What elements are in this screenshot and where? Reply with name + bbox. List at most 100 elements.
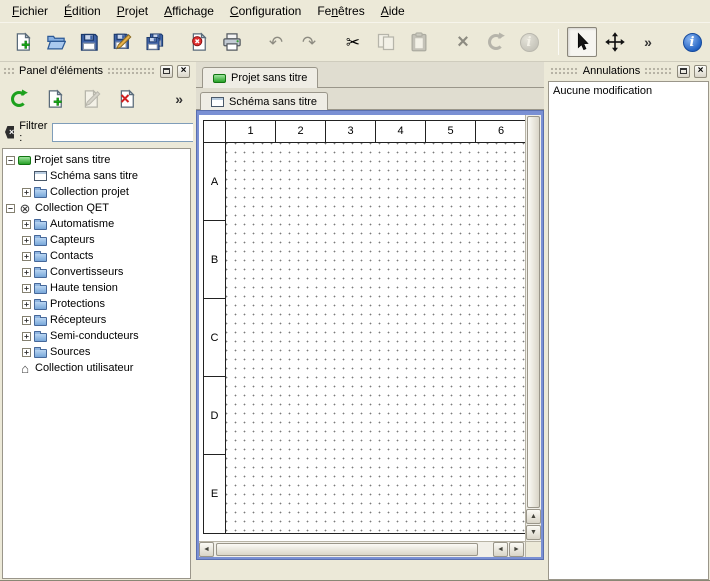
tab-projet-sans-titre[interactable]: Projet sans titre (202, 67, 318, 88)
menu-aide[interactable]: Aide (373, 1, 413, 21)
open-document-button[interactable] (41, 27, 71, 57)
about-button[interactable]: i (677, 27, 707, 57)
paste-button[interactable] (404, 27, 434, 57)
menu-edition[interactable]: Édition (56, 1, 109, 21)
folder-icon (34, 301, 47, 310)
menu-label: rojet (125, 4, 148, 18)
copy-button[interactable] (371, 27, 401, 57)
toolbar-overflow-button[interactable]: » (633, 27, 663, 57)
scroll-left-button-end[interactable]: ◄ (493, 542, 508, 557)
tree-item-semi-conducteurs[interactable]: + Semi-conducteurs (3, 328, 190, 344)
redo-button[interactable]: ↷ (294, 27, 324, 57)
delete-element-button[interactable] (112, 84, 142, 114)
expander-plus-icon[interactable]: + (22, 284, 31, 293)
schema-content: 1 2 3 4 5 6 A B C D (199, 115, 541, 541)
float-panel-button[interactable] (160, 65, 173, 78)
tree-item-sources[interactable]: + Sources (3, 344, 190, 360)
print-button[interactable] (217, 27, 247, 57)
clear-x: × (9, 127, 14, 137)
save-all-button[interactable] (140, 27, 170, 57)
pointer-select-button[interactable] (567, 27, 597, 57)
expander-plus-icon[interactable]: + (22, 300, 31, 309)
tree-item-capteurs[interactable]: + Capteurs (3, 232, 190, 248)
tree-item-convertisseurs[interactable]: + Convertisseurs (3, 264, 190, 280)
refresh-elements-button[interactable] (4, 84, 34, 114)
save-button[interactable] (74, 27, 104, 57)
clear-filter-icon[interactable]: × (5, 126, 14, 139)
project-icon (18, 156, 31, 165)
refresh-icon (9, 89, 29, 109)
delete-button[interactable]: × (448, 27, 478, 57)
expander-plus-icon[interactable]: + (22, 252, 31, 261)
close-panel-button[interactable]: × (177, 65, 190, 78)
tree-item-collection-utilisateur[interactable]: ⌂ Collection utilisateur (3, 360, 190, 376)
tree-item-contacts[interactable]: + Contacts (3, 248, 190, 264)
save-icon (79, 32, 99, 52)
close-document-icon (189, 32, 209, 52)
new-document-button[interactable] (8, 27, 38, 57)
undo-root-item[interactable]: Aucune modification (549, 82, 708, 100)
scroll-down-button[interactable]: ▼ (526, 525, 541, 540)
tree-item-projet-sans-titre[interactable]: − Projet sans titre (3, 152, 190, 168)
diagram-grid-canvas[interactable] (226, 143, 525, 533)
menu-fichier[interactable]: Fichier (4, 1, 56, 21)
tree-item-protections[interactable]: + Protections (3, 296, 190, 312)
scroll-left-button[interactable]: ◄ (199, 542, 214, 557)
rotate-button[interactable] (481, 27, 511, 57)
expander-plus-icon[interactable]: + (22, 268, 31, 277)
folder-icon (34, 189, 47, 198)
tab-schema-sans-titre[interactable]: Schéma sans titre (200, 92, 328, 110)
expander-plus-icon[interactable]: + (22, 348, 31, 357)
tree-item-automatisme[interactable]: + Automatisme (3, 216, 190, 232)
expander-plus-icon[interactable]: + (22, 236, 31, 245)
tree-item-haute-tension[interactable]: + Haute tension (3, 280, 190, 296)
grip-dots (3, 67, 15, 75)
move-view-button[interactable] (600, 27, 630, 57)
filter-input[interactable] (52, 123, 202, 142)
vertical-scrollbar-thumb[interactable] (527, 116, 540, 508)
tree-item-collection-projet[interactable]: + Collection projet (3, 184, 190, 200)
project-tab-bar: Projet sans titre (196, 62, 544, 88)
column-header: 5 (426, 121, 476, 142)
save-as-button[interactable] (107, 27, 137, 57)
elements-panel-titlebar[interactable]: Panel d'éléments × (0, 62, 193, 80)
vertical-scrollbar[interactable]: ▲ ▼ (525, 115, 541, 541)
schema-view-frame: 1 2 3 4 5 6 A B C D (196, 110, 544, 560)
menu-affichage[interactable]: Affichage (156, 1, 222, 21)
scroll-right-button[interactable]: ► (509, 542, 524, 557)
diagram-view[interactable]: 1 2 3 4 5 6 A B C D (199, 115, 525, 541)
expander-minus-icon[interactable]: − (6, 204, 15, 213)
close-document-button[interactable] (184, 27, 214, 57)
tree-item-schema-sans-titre[interactable]: Schéma sans titre (3, 168, 190, 184)
menu-projet[interactable]: Projet (109, 1, 156, 21)
float-panel-button[interactable] (677, 65, 690, 78)
arrow-left-icon: ◄ (203, 546, 210, 553)
information-button[interactable]: i (514, 27, 544, 57)
new-element-button[interactable] (40, 84, 70, 114)
menu-fenetres[interactable]: Fenêtres (309, 1, 372, 21)
expander-minus-icon[interactable]: − (6, 156, 15, 165)
horizontal-scrollbar-thumb[interactable] (216, 543, 478, 556)
menu-configuration[interactable]: Configuration (222, 1, 309, 21)
menu-bar: Fichier Édition Projet Affichage Configu… (0, 0, 710, 22)
close-panel-button[interactable]: × (694, 65, 707, 78)
menu-label: ide (389, 4, 405, 18)
horizontal-scrollbar[interactable]: ◄ ◄ ► (199, 541, 525, 557)
expander-plus-icon[interactable]: + (22, 316, 31, 325)
tree-item-collection-qet[interactable]: − ⊗ Collection QET (3, 200, 190, 216)
expander-plus-icon[interactable]: + (22, 188, 31, 197)
edit-element-button[interactable] (76, 84, 106, 114)
undo-button[interactable]: ↶ (261, 27, 291, 57)
expander-plus-icon[interactable]: + (22, 332, 31, 341)
close-icon: × (181, 66, 187, 76)
tree-item-recepteurs[interactable]: + Récepteurs (3, 312, 190, 328)
save-as-icon (112, 32, 132, 52)
elements-tree: − Projet sans titre Schéma sans titre + … (2, 148, 191, 579)
expander-plus-icon[interactable]: + (22, 220, 31, 229)
cut-icon: ✂ (346, 34, 360, 51)
undo-panel-titlebar[interactable]: Annulations × (547, 62, 710, 80)
scroll-up-button[interactable]: ▲ (526, 509, 541, 524)
cut-button[interactable]: ✂ (338, 27, 368, 57)
menu-mnemonic: É (64, 4, 72, 18)
panel-overflow-button[interactable]: » (175, 91, 183, 107)
